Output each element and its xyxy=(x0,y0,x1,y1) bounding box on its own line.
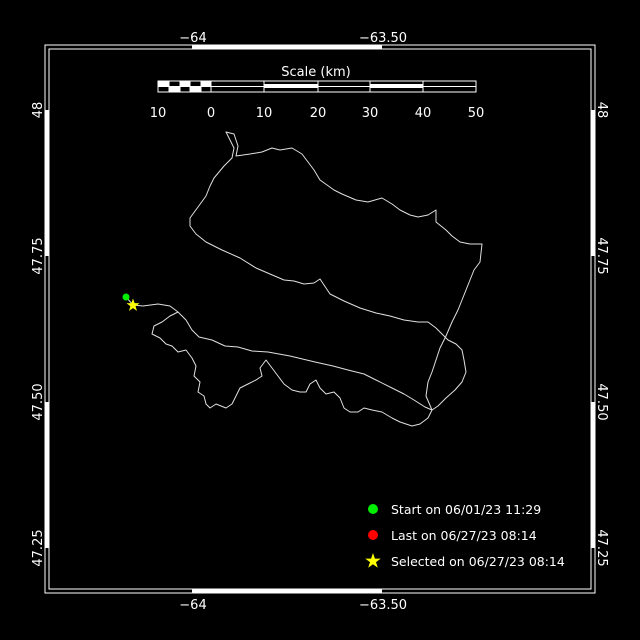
y-tick-right-4: 47.25 xyxy=(594,529,609,566)
legend-selected-star-icon xyxy=(365,553,381,568)
y-tick-left-2: 47.75 xyxy=(31,237,46,274)
scale-label-3: 10 xyxy=(256,106,273,121)
scale-bar: Scale (km) 10 0 10 20 30 40 50 xyxy=(150,65,485,121)
scale-label-5: 30 xyxy=(362,106,379,121)
y-tick-right-3: 47.50 xyxy=(594,383,609,420)
legend-start-icon xyxy=(368,504,378,514)
scale-label-6: 40 xyxy=(415,106,432,121)
y-tick-right-1: 48 xyxy=(594,102,609,119)
track-path xyxy=(125,131,483,427)
x-tick-top-2: −63.50 xyxy=(359,31,407,46)
scale-label-7: 50 xyxy=(468,106,485,121)
scale-label-4: 20 xyxy=(310,106,327,121)
legend-last-label: Last on 06/27/23 08:14 xyxy=(391,528,537,543)
y-tick-left-1: 48 xyxy=(31,102,46,119)
map-canvas: −64 −63.50 −64 −63.50 48 47.75 47.50 47.… xyxy=(31,31,609,613)
y-tick-right-2: 47.75 xyxy=(594,237,609,274)
scale-label-2: 0 xyxy=(207,106,215,121)
scale-label-1: 10 xyxy=(150,106,167,121)
legend-last-icon xyxy=(368,530,378,540)
legend: Start on 06/01/23 11:29 Last on 06/27/23… xyxy=(365,502,565,569)
legend-selected-label: Selected on 06/27/23 08:14 xyxy=(391,554,565,569)
x-tick-bottom-1: −64 xyxy=(179,598,206,613)
y-tick-left-3: 47.50 xyxy=(31,383,46,420)
y-tick-left-4: 47.25 xyxy=(31,529,46,566)
x-tick-top-1: −64 xyxy=(179,31,206,46)
scale-title: Scale (km) xyxy=(281,65,350,80)
start-marker xyxy=(122,293,130,301)
x-tick-bottom-2: −63.50 xyxy=(359,598,407,613)
legend-start-label: Start on 06/01/23 11:29 xyxy=(391,502,541,517)
